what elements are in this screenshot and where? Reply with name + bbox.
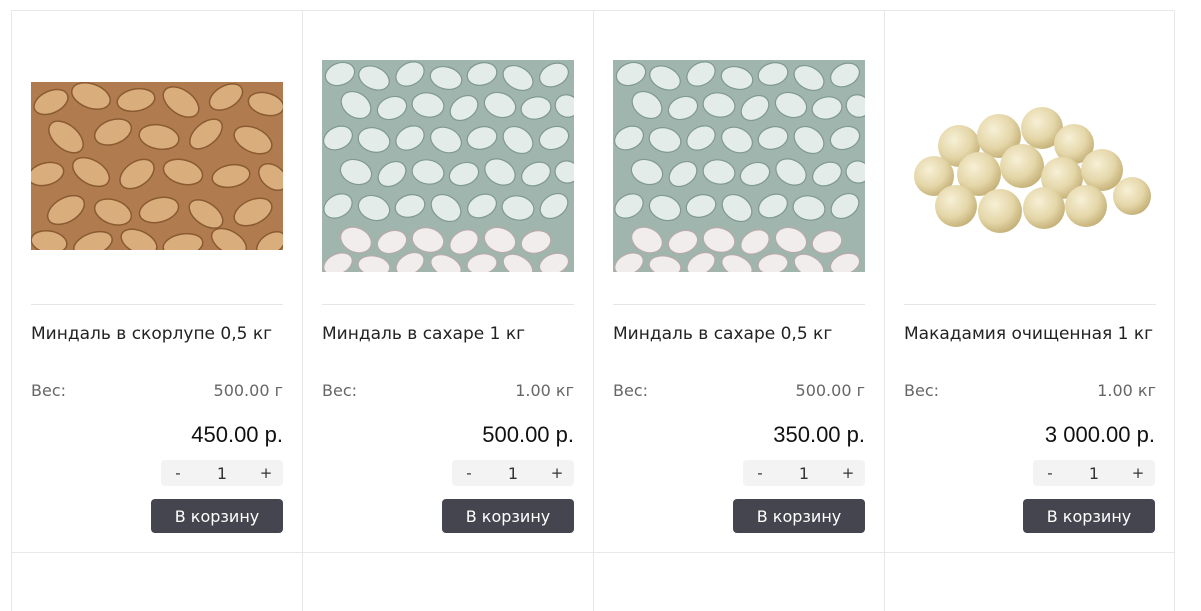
decrease-button[interactable]: - bbox=[1033, 464, 1067, 482]
row-divider bbox=[11, 552, 1175, 553]
product-card: Макадамия очищенная 1 кг Вес: 1.00 кг 3 … bbox=[884, 11, 1175, 611]
weight-value: 1.00 кг bbox=[515, 381, 574, 400]
product-image-link[interactable] bbox=[904, 31, 1156, 301]
increase-button[interactable]: + bbox=[831, 464, 865, 482]
product-price: 450.00 р. bbox=[191, 422, 283, 447]
weight-row: Вес: 1.00 кг bbox=[904, 381, 1156, 400]
macadamia-photo bbox=[904, 66, 1156, 266]
product-grid: Миндаль в скорлупе 0,5 кг Вес: 500.00 г … bbox=[11, 10, 1175, 611]
product-image-link[interactable] bbox=[613, 31, 865, 301]
weight-value: 500.00 г bbox=[795, 381, 865, 400]
quantity-stepper: - 1 + bbox=[452, 460, 574, 486]
card-divider bbox=[904, 304, 1156, 305]
weight-label: Вес: bbox=[613, 381, 649, 400]
quantity-value[interactable]: 1 bbox=[777, 464, 831, 483]
product-title[interactable]: Миндаль в скорлупе 0,5 кг bbox=[31, 323, 283, 346]
weight-label: Вес: bbox=[322, 381, 358, 400]
product-card: Миндаль в сахаре 0,5 кг Вес: 500.00 г 35… bbox=[593, 11, 884, 611]
product-card: Миндаль в скорлупе 0,5 кг Вес: 500.00 г … bbox=[11, 11, 302, 611]
add-to-cart-button[interactable]: В корзину bbox=[733, 499, 865, 533]
quantity-stepper: - 1 + bbox=[743, 460, 865, 486]
product-card: Миндаль в сахаре 1 кг Вес: 1.00 кг 500.0… bbox=[302, 11, 593, 611]
product-image-link[interactable] bbox=[322, 31, 574, 301]
increase-button[interactable]: + bbox=[249, 464, 283, 482]
card-divider bbox=[31, 304, 283, 305]
product-title[interactable]: Макадамия очищенная 1 кг bbox=[904, 323, 1156, 346]
weight-row: Вес: 500.00 г bbox=[31, 381, 283, 400]
add-to-cart-button[interactable]: В корзину bbox=[442, 499, 574, 533]
quantity-value[interactable]: 1 bbox=[486, 464, 540, 483]
sugar-almonds-photo bbox=[322, 60, 574, 272]
card-divider bbox=[613, 304, 865, 305]
weight-row: Вес: 1.00 кг bbox=[322, 381, 574, 400]
decrease-button[interactable]: - bbox=[452, 464, 486, 482]
product-title[interactable]: Миндаль в сахаре 1 кг bbox=[322, 323, 574, 346]
add-to-cart-button[interactable]: В корзину bbox=[1023, 499, 1155, 533]
weight-label: Вес: bbox=[31, 381, 67, 400]
product-title[interactable]: Миндаль в сахаре 0,5 кг bbox=[613, 323, 865, 346]
product-price: 350.00 р. bbox=[773, 422, 865, 447]
decrease-button[interactable]: - bbox=[743, 464, 777, 482]
product-price: 500.00 р. bbox=[482, 422, 574, 447]
almonds-in-shell-photo bbox=[31, 82, 283, 250]
quantity-value[interactable]: 1 bbox=[195, 464, 249, 483]
quantity-stepper: - 1 + bbox=[1033, 460, 1155, 486]
sugar-almonds-photo bbox=[613, 60, 865, 272]
increase-button[interactable]: + bbox=[540, 464, 574, 482]
weight-row: Вес: 500.00 г bbox=[613, 381, 865, 400]
product-price: 3 000.00 р. bbox=[1044, 422, 1155, 447]
card-divider bbox=[322, 304, 574, 305]
product-image-link[interactable] bbox=[31, 31, 283, 301]
weight-value: 1.00 кг bbox=[1097, 381, 1156, 400]
quantity-value[interactable]: 1 bbox=[1067, 464, 1121, 483]
weight-label: Вес: bbox=[904, 381, 940, 400]
decrease-button[interactable]: - bbox=[161, 464, 195, 482]
quantity-stepper: - 1 + bbox=[161, 460, 283, 486]
increase-button[interactable]: + bbox=[1121, 464, 1155, 482]
weight-value: 500.00 г bbox=[213, 381, 283, 400]
add-to-cart-button[interactable]: В корзину bbox=[151, 499, 283, 533]
